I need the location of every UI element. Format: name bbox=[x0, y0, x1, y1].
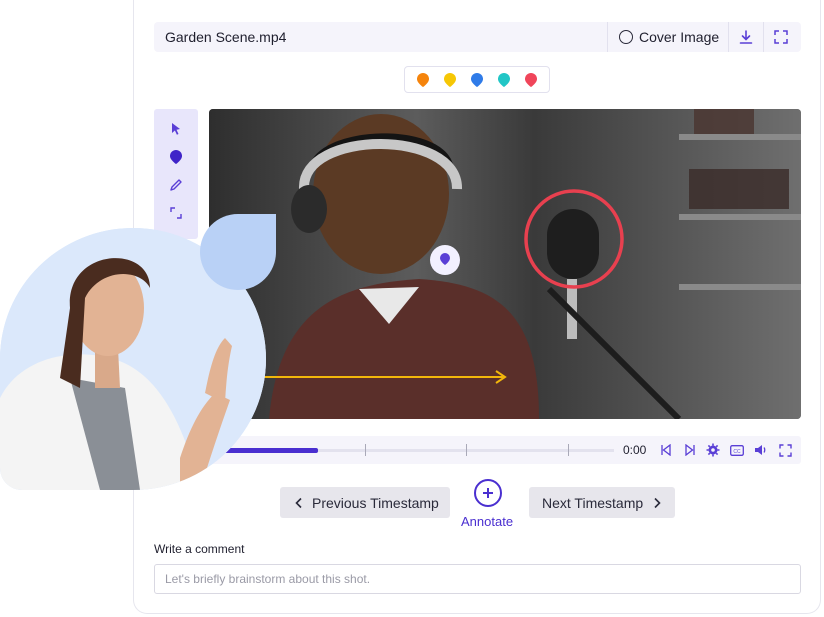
pencil-tool[interactable] bbox=[154, 173, 198, 197]
timestamp-tick bbox=[466, 444, 467, 456]
fullscreen-button[interactable] bbox=[763, 22, 798, 52]
captions-button[interactable]: CC bbox=[730, 443, 744, 457]
fullscreen-icon bbox=[778, 443, 792, 457]
red-pin-icon[interactable] bbox=[524, 72, 538, 88]
plus-icon bbox=[483, 488, 493, 498]
settings-button[interactable] bbox=[706, 443, 720, 457]
svg-text:CC: CC bbox=[733, 448, 741, 454]
expand-tool[interactable] bbox=[154, 201, 198, 225]
skip-forward-button[interactable] bbox=[683, 443, 697, 457]
file-name: Garden Scene.mp4 bbox=[165, 29, 287, 45]
skip-back-button[interactable] bbox=[659, 443, 673, 457]
cover-image-toggle[interactable]: Cover Image bbox=[607, 22, 729, 52]
fullscreen-icon bbox=[774, 30, 788, 44]
volume-icon bbox=[755, 445, 766, 455]
volume-button[interactable] bbox=[754, 443, 768, 457]
pointer-icon bbox=[172, 123, 180, 135]
current-time: 0:00 bbox=[623, 443, 647, 457]
annotation-layer bbox=[259, 189, 624, 384]
skip-back-icon bbox=[661, 444, 671, 456]
file-header: Garden Scene.mp4 Cover Image bbox=[154, 22, 801, 52]
cover-image-label: Cover Image bbox=[639, 29, 720, 45]
pencil-icon bbox=[170, 179, 182, 191]
captions-icon: CC bbox=[730, 444, 744, 456]
annotation-circle[interactable] bbox=[524, 189, 624, 289]
orange-pin-icon[interactable] bbox=[416, 72, 430, 88]
pointer-tool[interactable] bbox=[154, 117, 198, 141]
pin-tool[interactable] bbox=[154, 145, 198, 169]
pin-icon bbox=[170, 150, 182, 164]
chevron-left-icon bbox=[295, 497, 302, 508]
player-fullscreen-button[interactable] bbox=[778, 443, 792, 457]
next-timestamp-button[interactable]: Next Timestamp bbox=[529, 487, 675, 518]
download-button[interactable] bbox=[728, 22, 763, 52]
yellow-pin-icon[interactable] bbox=[443, 72, 457, 88]
previous-timestamp-label: Previous Timestamp bbox=[312, 494, 439, 511]
skip-forward-icon bbox=[685, 444, 695, 456]
video-frame[interactable] bbox=[209, 109, 801, 419]
player-controls: 0:00 CC bbox=[209, 436, 801, 464]
blue-pin-icon[interactable] bbox=[470, 72, 484, 88]
next-timestamp-label: Next Timestamp bbox=[542, 494, 644, 511]
decorative-shape bbox=[200, 214, 276, 290]
annotate-button[interactable] bbox=[474, 479, 502, 507]
download-icon bbox=[739, 30, 753, 44]
chevron-right-icon bbox=[654, 497, 661, 508]
color-palette bbox=[404, 66, 550, 93]
timestamp-tick bbox=[568, 444, 569, 456]
comment-input[interactable] bbox=[154, 564, 801, 594]
cover-image-radio[interactable] bbox=[619, 30, 633, 44]
previous-timestamp-button[interactable]: Previous Timestamp bbox=[280, 487, 450, 518]
annotate-label[interactable]: Annotate bbox=[461, 514, 513, 529]
settings-icon bbox=[706, 443, 720, 457]
expand-icon bbox=[170, 207, 182, 219]
teal-pin-icon[interactable] bbox=[497, 72, 511, 88]
annotation-toolbar bbox=[154, 109, 198, 239]
comment-label: Write a comment bbox=[154, 542, 245, 556]
timestamp-tick bbox=[365, 444, 366, 456]
